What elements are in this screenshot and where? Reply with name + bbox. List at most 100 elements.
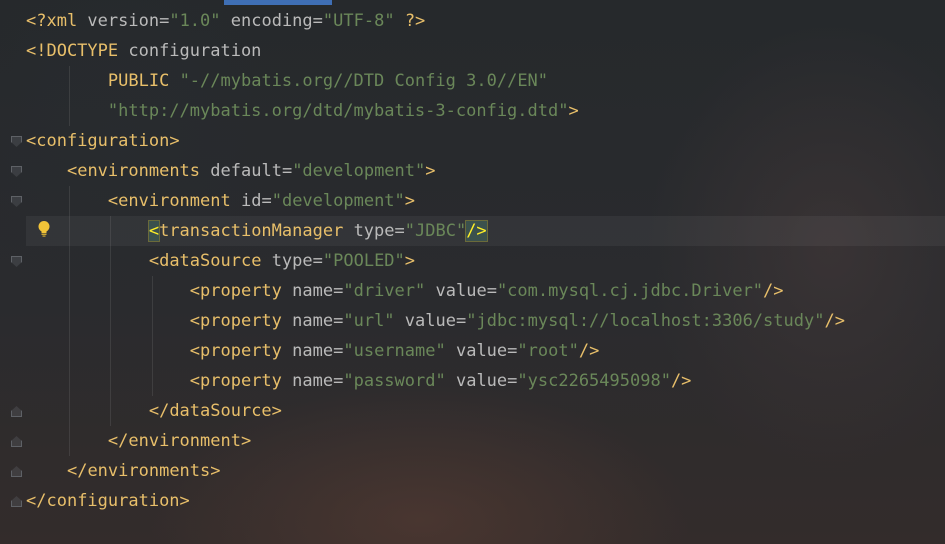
code-token-eq: = — [281, 161, 293, 181]
code-token-tag: dataSource — [159, 251, 262, 271]
fold-collapse-icon[interactable] — [11, 196, 22, 207]
code-token-bracket: < — [189, 371, 201, 391]
code-token-bracket: < — [148, 251, 160, 271]
code-line[interactable]: </environment> — [26, 426, 945, 456]
code-token-bracket: </ — [107, 431, 129, 451]
indent-guide — [151, 276, 153, 306]
fold-collapse-icon[interactable] — [11, 256, 22, 267]
code-token-bracket: < — [189, 341, 201, 361]
code-token-bracket: </ — [66, 461, 88, 481]
code-token-str: "root" — [517, 341, 579, 361]
code-line[interactable]: <!DOCTYPE configuration — [26, 36, 945, 66]
indent-guide — [110, 276, 112, 306]
code-token-bracket: < — [189, 311, 201, 331]
code-token-eq: = — [394, 221, 405, 241]
code-line[interactable]: <property name="url" value="jdbc:mysql:/… — [26, 306, 945, 336]
code-line[interactable]: <environments default="development"> — [26, 156, 945, 186]
code-token-eq: = — [159, 11, 170, 31]
code-token-bracket: > — [425, 161, 436, 181]
indent-guide — [110, 396, 112, 426]
indent-guide — [69, 396, 71, 426]
code-line[interactable]: <transactionManager type="JDBC"/> — [26, 216, 945, 246]
code-line[interactable]: <property name="username" value="root"/> — [26, 336, 945, 366]
indent-guide — [69, 66, 71, 96]
editor-gutter — [0, 0, 26, 544]
code-token-public: PUBLIC — [107, 71, 170, 91]
code-line[interactable]: </environments> — [26, 456, 945, 486]
code-line[interactable]: <dataSource type="POOLED"> — [26, 246, 945, 276]
fold-collapse-icon[interactable] — [11, 136, 22, 147]
code-token-hl: /> — [465, 220, 488, 242]
code-line[interactable]: "http://mybatis.org/dtd/mybatis-3-config… — [26, 96, 945, 126]
code-token-bracket: < — [189, 281, 201, 301]
code-token-bracket: /> — [824, 311, 845, 331]
code-token-attr: default — [210, 161, 282, 181]
fold-end-icon[interactable] — [11, 436, 22, 447]
code-line[interactable]: <?xml version="1.0" encoding="UTF-8" ?> — [26, 6, 945, 36]
code-token-bracket: </ — [148, 401, 170, 421]
code-token-tag: property — [200, 341, 282, 361]
code-line[interactable]: PUBLIC "-//mybatis.org//DTD Config 3.0//… — [26, 66, 945, 96]
code-token-str: "driver" — [343, 281, 426, 301]
code-token-eq: = — [507, 341, 518, 361]
code-token-bracket: > — [404, 251, 416, 271]
code-token-tag: environments — [87, 461, 211, 481]
code-line[interactable]: <property name="driver" value="com.mysql… — [26, 276, 945, 306]
indent-guide — [110, 246, 112, 276]
code-token-attr: value — [455, 341, 508, 361]
code-token-attr: id — [240, 191, 262, 211]
code-token-str: "development" — [292, 161, 426, 181]
fold-end-icon[interactable] — [11, 496, 22, 507]
fold-end-icon[interactable] — [11, 466, 22, 477]
code-token-bracket: > — [271, 401, 282, 421]
indent-guide — [110, 336, 112, 366]
code-line[interactable]: <property name="password" value="ysc2265… — [26, 366, 945, 396]
code-token-str: "url" — [343, 311, 395, 331]
indent-guide — [151, 306, 153, 336]
code-line[interactable]: <environment id="development"> — [26, 186, 945, 216]
code-token-eq: = — [486, 281, 497, 301]
code-token-bracket: </ — [26, 491, 47, 511]
code-token-hl: < — [147, 220, 161, 242]
code-token-str: "-//mybatis.org//DTD Config 3.0//EN" — [179, 71, 549, 91]
code-token-eq: = — [333, 311, 344, 331]
indent-guide — [151, 336, 153, 366]
code-token-bracket: /> — [763, 281, 784, 301]
code-token-attr: value — [455, 371, 508, 391]
code-token-tag: configuration — [46, 491, 180, 511]
code-line[interactable]: </dataSource> — [26, 396, 945, 426]
code-line[interactable]: <configuration> — [26, 126, 945, 156]
indent-guide — [69, 336, 71, 366]
indent-guide — [110, 216, 112, 246]
code-token-attr: type — [353, 221, 395, 241]
indent-guide — [69, 96, 71, 126]
code-area[interactable]: <?xml version="1.0" encoding="UTF-8" ?> <… — [26, 6, 945, 516]
code-token-eq: = — [261, 191, 272, 211]
code-token-tag: property — [200, 311, 282, 331]
code-editor[interactable]: <?xml version="1.0" encoding="UTF-8" ?> <… — [0, 0, 945, 544]
code-token-bracket: > — [179, 491, 190, 511]
indent-guide — [110, 306, 112, 336]
code-token-tag: transactionManager — [159, 221, 344, 241]
fold-collapse-icon[interactable] — [11, 166, 22, 177]
editor-tab-indicator — [224, 0, 332, 5]
code-line[interactable]: </configuration> — [26, 486, 945, 516]
fold-end-icon[interactable] — [11, 406, 22, 417]
indent-guide — [151, 366, 153, 396]
